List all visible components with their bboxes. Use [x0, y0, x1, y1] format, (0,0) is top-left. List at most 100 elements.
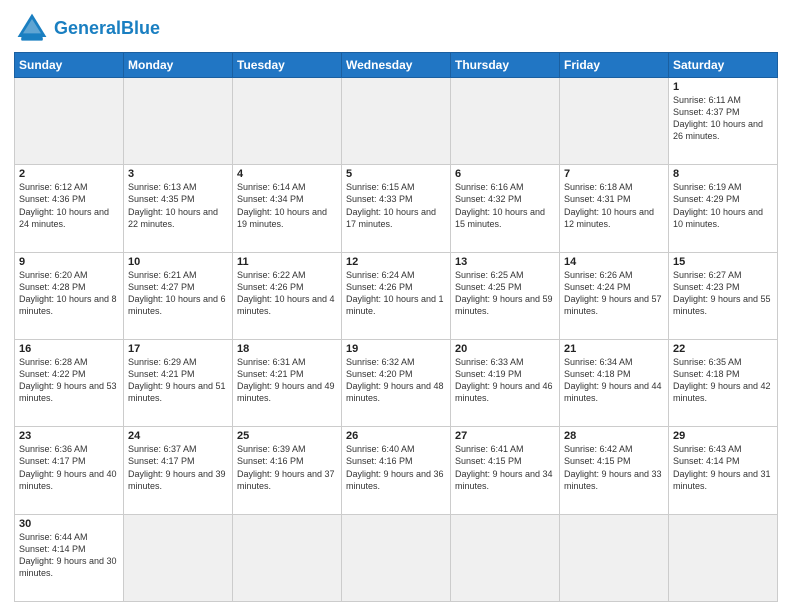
- day-number: 29: [673, 430, 773, 442]
- day-number: 15: [673, 256, 773, 268]
- day-cell: 17Sunrise: 6:29 AMSunset: 4:21 PMDayligh…: [124, 339, 233, 426]
- day-cell: [233, 514, 342, 601]
- header-saturday: Saturday: [669, 53, 778, 78]
- day-number: 24: [128, 430, 228, 442]
- day-cell: 16Sunrise: 6:28 AMSunset: 4:22 PMDayligh…: [15, 339, 124, 426]
- day-cell: [560, 78, 669, 165]
- day-number: 1: [673, 81, 773, 93]
- day-number: 2: [19, 168, 119, 180]
- day-info: Sunrise: 6:15 AMSunset: 4:33 PMDaylight:…: [346, 181, 446, 230]
- day-info: Sunrise: 6:35 AMSunset: 4:18 PMDaylight:…: [673, 356, 773, 405]
- day-info: Sunrise: 6:20 AMSunset: 4:28 PMDaylight:…: [19, 269, 119, 318]
- header-tuesday: Tuesday: [233, 53, 342, 78]
- day-number: 28: [564, 430, 664, 442]
- header-sunday: Sunday: [15, 53, 124, 78]
- day-number: 16: [19, 343, 119, 355]
- day-info: Sunrise: 6:33 AMSunset: 4:19 PMDaylight:…: [455, 356, 555, 405]
- week-row-5: 30Sunrise: 6:44 AMSunset: 4:14 PMDayligh…: [15, 514, 778, 601]
- day-cell: 21Sunrise: 6:34 AMSunset: 4:18 PMDayligh…: [560, 339, 669, 426]
- day-info: Sunrise: 6:44 AMSunset: 4:14 PMDaylight:…: [19, 531, 119, 580]
- day-cell: 11Sunrise: 6:22 AMSunset: 4:26 PMDayligh…: [233, 252, 342, 339]
- day-cell: [15, 78, 124, 165]
- day-info: Sunrise: 6:28 AMSunset: 4:22 PMDaylight:…: [19, 356, 119, 405]
- day-number: 6: [455, 168, 555, 180]
- day-info: Sunrise: 6:25 AMSunset: 4:25 PMDaylight:…: [455, 269, 555, 318]
- day-cell: 1Sunrise: 6:11 AMSunset: 4:37 PMDaylight…: [669, 78, 778, 165]
- day-cell: 30Sunrise: 6:44 AMSunset: 4:14 PMDayligh…: [15, 514, 124, 601]
- day-info: Sunrise: 6:36 AMSunset: 4:17 PMDaylight:…: [19, 443, 119, 492]
- day-info: Sunrise: 6:40 AMSunset: 4:16 PMDaylight:…: [346, 443, 446, 492]
- day-number: 14: [564, 256, 664, 268]
- logo-icon: [14, 10, 50, 46]
- header: GeneralBlue: [14, 10, 778, 46]
- logo: GeneralBlue: [14, 10, 160, 46]
- day-cell: 13Sunrise: 6:25 AMSunset: 4:25 PMDayligh…: [451, 252, 560, 339]
- day-cell: 5Sunrise: 6:15 AMSunset: 4:33 PMDaylight…: [342, 165, 451, 252]
- day-info: Sunrise: 6:39 AMSunset: 4:16 PMDaylight:…: [237, 443, 337, 492]
- day-info: Sunrise: 6:32 AMSunset: 4:20 PMDaylight:…: [346, 356, 446, 405]
- day-cell: 7Sunrise: 6:18 AMSunset: 4:31 PMDaylight…: [560, 165, 669, 252]
- day-number: 4: [237, 168, 337, 180]
- day-cell: 14Sunrise: 6:26 AMSunset: 4:24 PMDayligh…: [560, 252, 669, 339]
- day-info: Sunrise: 6:26 AMSunset: 4:24 PMDaylight:…: [564, 269, 664, 318]
- day-number: 18: [237, 343, 337, 355]
- day-cell: 8Sunrise: 6:19 AMSunset: 4:29 PMDaylight…: [669, 165, 778, 252]
- day-number: 25: [237, 430, 337, 442]
- week-row-1: 2Sunrise: 6:12 AMSunset: 4:36 PMDaylight…: [15, 165, 778, 252]
- day-info: Sunrise: 6:24 AMSunset: 4:26 PMDaylight:…: [346, 269, 446, 318]
- day-number: 12: [346, 256, 446, 268]
- page: GeneralBlue SundayMondayTuesdayWednesday…: [0, 0, 792, 612]
- header-friday: Friday: [560, 53, 669, 78]
- day-cell: [669, 514, 778, 601]
- day-number: 20: [455, 343, 555, 355]
- logo-general: General: [54, 18, 121, 38]
- day-number: 22: [673, 343, 773, 355]
- day-cell: 19Sunrise: 6:32 AMSunset: 4:20 PMDayligh…: [342, 339, 451, 426]
- day-cell: [124, 514, 233, 601]
- day-info: Sunrise: 6:42 AMSunset: 4:15 PMDaylight:…: [564, 443, 664, 492]
- day-number: 10: [128, 256, 228, 268]
- day-number: 8: [673, 168, 773, 180]
- week-row-2: 9Sunrise: 6:20 AMSunset: 4:28 PMDaylight…: [15, 252, 778, 339]
- day-info: Sunrise: 6:37 AMSunset: 4:17 PMDaylight:…: [128, 443, 228, 492]
- day-info: Sunrise: 6:12 AMSunset: 4:36 PMDaylight:…: [19, 181, 119, 230]
- day-info: Sunrise: 6:18 AMSunset: 4:31 PMDaylight:…: [564, 181, 664, 230]
- day-cell: [124, 78, 233, 165]
- day-info: Sunrise: 6:34 AMSunset: 4:18 PMDaylight:…: [564, 356, 664, 405]
- day-number: 3: [128, 168, 228, 180]
- day-cell: 2Sunrise: 6:12 AMSunset: 4:36 PMDaylight…: [15, 165, 124, 252]
- day-info: Sunrise: 6:11 AMSunset: 4:37 PMDaylight:…: [673, 94, 773, 143]
- calendar: SundayMondayTuesdayWednesdayThursdayFrid…: [14, 52, 778, 602]
- day-info: Sunrise: 6:27 AMSunset: 4:23 PMDaylight:…: [673, 269, 773, 318]
- day-cell: 22Sunrise: 6:35 AMSunset: 4:18 PMDayligh…: [669, 339, 778, 426]
- calendar-header-row: SundayMondayTuesdayWednesdayThursdayFrid…: [15, 53, 778, 78]
- day-info: Sunrise: 6:21 AMSunset: 4:27 PMDaylight:…: [128, 269, 228, 318]
- day-cell: 25Sunrise: 6:39 AMSunset: 4:16 PMDayligh…: [233, 427, 342, 514]
- header-wednesday: Wednesday: [342, 53, 451, 78]
- day-number: 30: [19, 518, 119, 530]
- day-info: Sunrise: 6:29 AMSunset: 4:21 PMDaylight:…: [128, 356, 228, 405]
- day-number: 5: [346, 168, 446, 180]
- day-cell: 27Sunrise: 6:41 AMSunset: 4:15 PMDayligh…: [451, 427, 560, 514]
- day-info: Sunrise: 6:31 AMSunset: 4:21 PMDaylight:…: [237, 356, 337, 405]
- day-info: Sunrise: 6:14 AMSunset: 4:34 PMDaylight:…: [237, 181, 337, 230]
- day-cell: 12Sunrise: 6:24 AMSunset: 4:26 PMDayligh…: [342, 252, 451, 339]
- day-cell: 20Sunrise: 6:33 AMSunset: 4:19 PMDayligh…: [451, 339, 560, 426]
- day-number: 11: [237, 256, 337, 268]
- day-number: 9: [19, 256, 119, 268]
- day-cell: 4Sunrise: 6:14 AMSunset: 4:34 PMDaylight…: [233, 165, 342, 252]
- day-cell: 15Sunrise: 6:27 AMSunset: 4:23 PMDayligh…: [669, 252, 778, 339]
- header-thursday: Thursday: [451, 53, 560, 78]
- day-info: Sunrise: 6:19 AMSunset: 4:29 PMDaylight:…: [673, 181, 773, 230]
- day-number: 26: [346, 430, 446, 442]
- week-row-0: 1Sunrise: 6:11 AMSunset: 4:37 PMDaylight…: [15, 78, 778, 165]
- day-cell: [451, 514, 560, 601]
- day-info: Sunrise: 6:41 AMSunset: 4:15 PMDaylight:…: [455, 443, 555, 492]
- day-cell: [342, 514, 451, 601]
- day-cell: 26Sunrise: 6:40 AMSunset: 4:16 PMDayligh…: [342, 427, 451, 514]
- day-number: 17: [128, 343, 228, 355]
- day-cell: 28Sunrise: 6:42 AMSunset: 4:15 PMDayligh…: [560, 427, 669, 514]
- week-row-4: 23Sunrise: 6:36 AMSunset: 4:17 PMDayligh…: [15, 427, 778, 514]
- day-cell: 24Sunrise: 6:37 AMSunset: 4:17 PMDayligh…: [124, 427, 233, 514]
- day-cell: 6Sunrise: 6:16 AMSunset: 4:32 PMDaylight…: [451, 165, 560, 252]
